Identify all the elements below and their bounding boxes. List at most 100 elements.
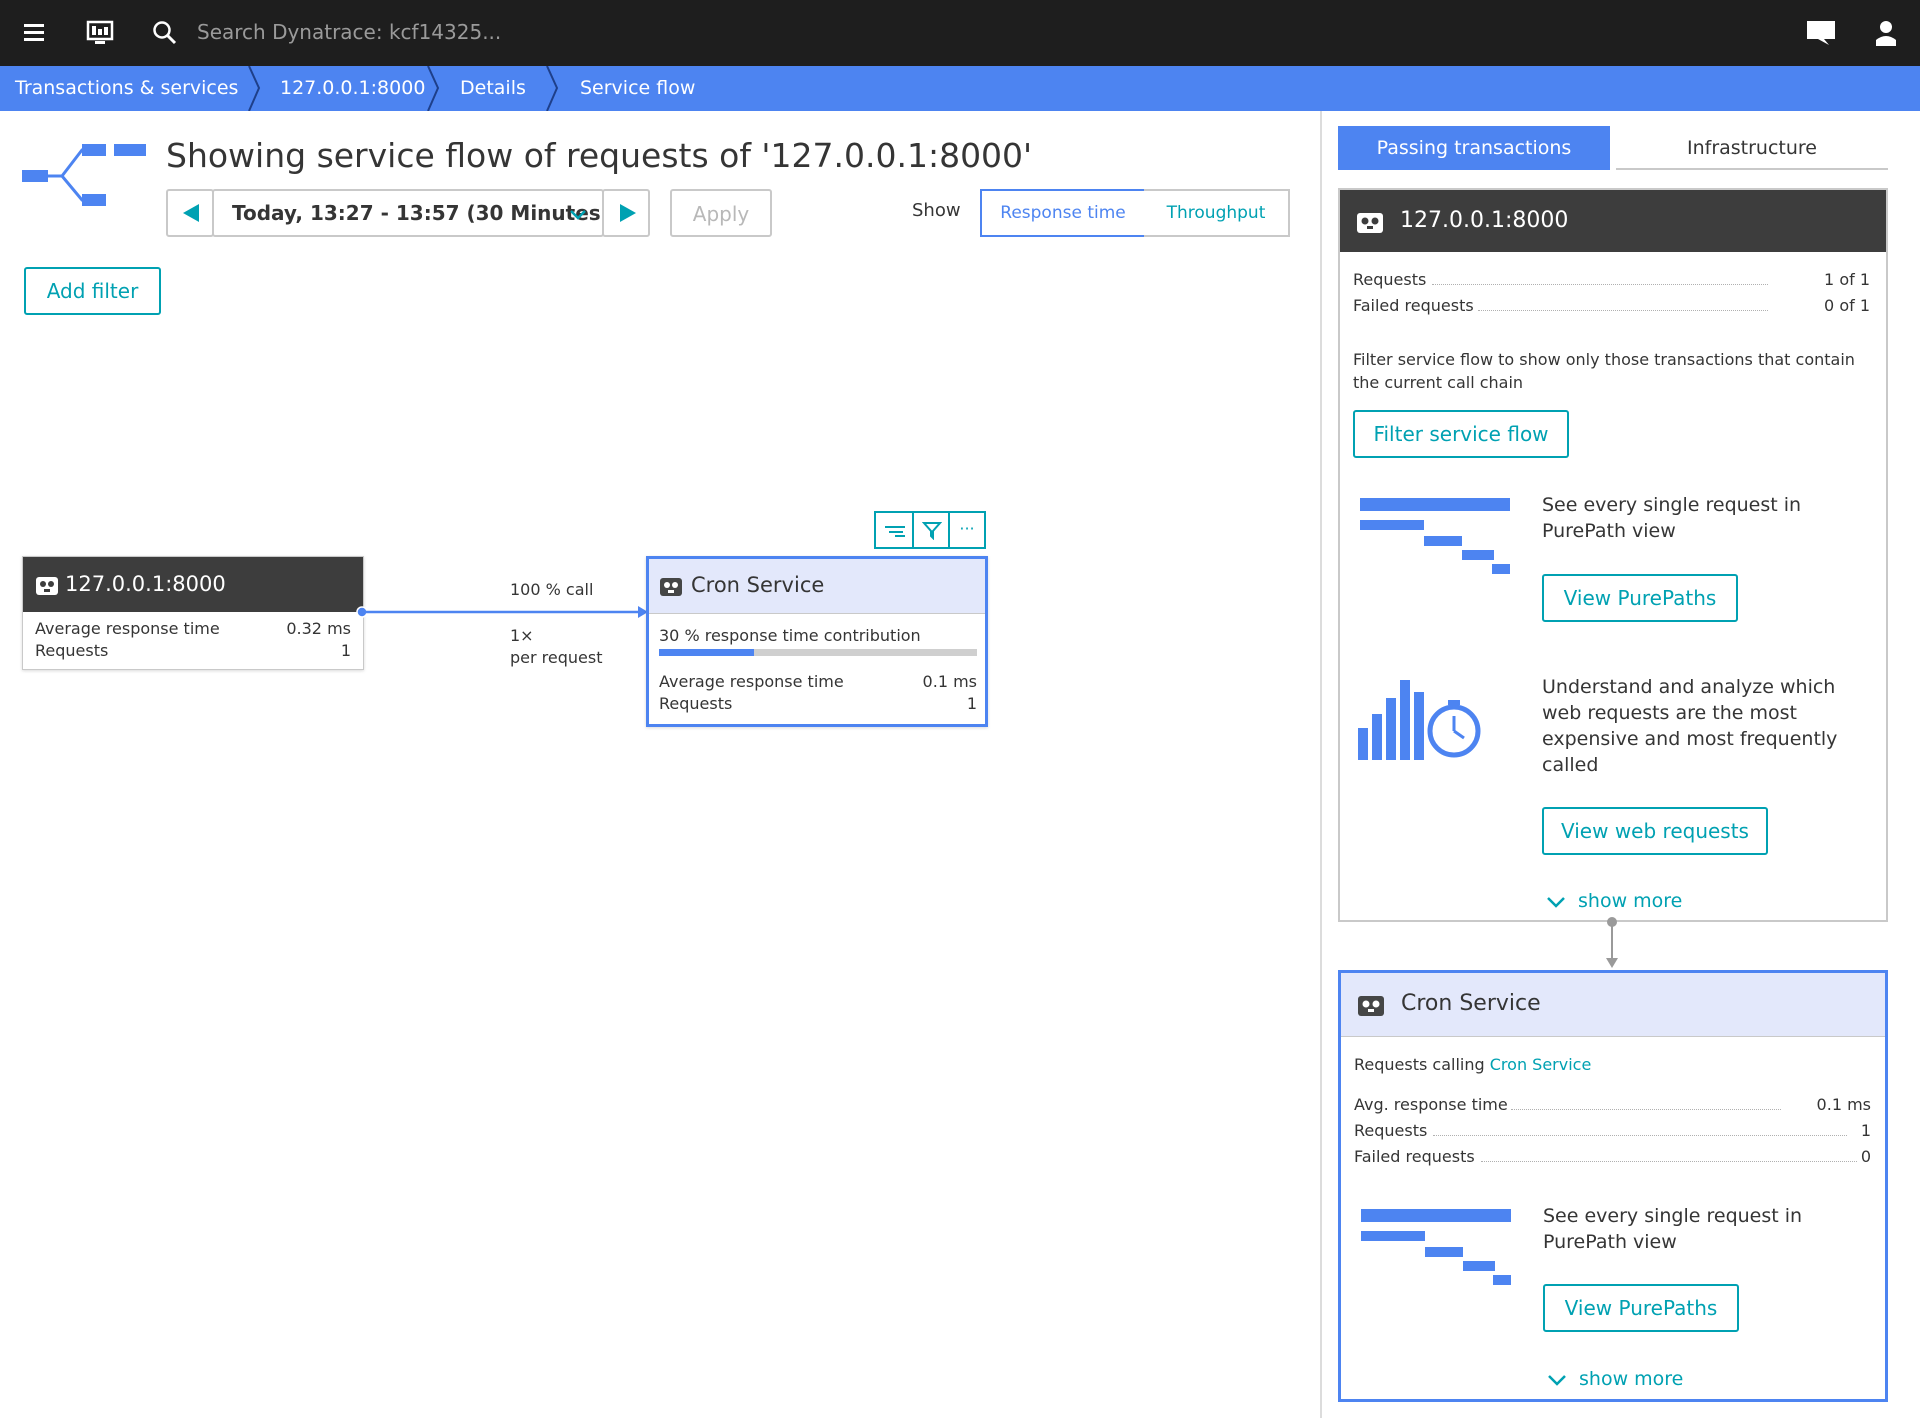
source-node-header: 127.0.0.1:8000 [23,557,363,612]
target-service-node[interactable]: Cron Service 30 % response time contribu… [646,556,988,727]
chevron-right-icon [546,66,559,111]
response-time-label: Response time [1000,203,1126,223]
transaction-card-cron-service: Cron Service Requests calling Cron Servi… [1338,970,1888,1402]
add-filter-button[interactable]: Add filter [24,267,161,315]
breadcrumb-item-transactions[interactable]: Transactions & services [15,66,238,111]
arrow-left-icon [183,204,199,222]
card1-failed-label: Failed requests [1353,296,1474,315]
contribution-bar [659,649,977,656]
target-req-label: Requests [659,694,733,713]
top-bar: Search Dynatrace: kcf14325... [0,0,1920,66]
chevron-right-icon [248,66,261,111]
menu-icon[interactable] [24,24,44,42]
chevron-down-icon [1548,1375,1566,1386]
service-icon [1357,213,1383,233]
view-purepaths-button[interactable]: View PurePaths [1542,574,1738,622]
requests-calling-text: Requests calling Cron Service [1354,1055,1591,1074]
more-dots-icon: ··· [959,519,975,538]
web-requests-chart-icon [1358,680,1481,760]
card2-header: Cron Service [1341,973,1885,1037]
source-node-name: 127.0.0.1:8000 [65,572,226,596]
edge-call-label: 100 % call [510,580,594,599]
source-service-node[interactable]: 127.0.0.1:8000 Average response time 0.3… [22,556,364,670]
show-more-label: show more [1578,890,1683,912]
chevron-down-icon [1547,897,1565,908]
service-icon [660,578,682,596]
chat-icon[interactable] [1806,20,1836,50]
contribution-bar-fill [659,649,755,656]
source-avg-value: 0.32 ms [286,619,351,638]
source-avg-label: Average response time [35,619,220,638]
show-label: Show [912,200,961,221]
user-icon[interactable] [1876,20,1896,50]
edge-per-label: per request [510,648,603,667]
page-title: Showing service flow of requests of '127… [166,136,1033,175]
target-req-value: 1 [966,694,977,713]
collapse-button[interactable] [876,513,914,547]
breadcrumb-item-host[interactable]: 127.0.0.1:8000 [280,66,425,111]
source-req-value: 1 [340,641,351,660]
card1-failed-value: 0 of 1 [1824,296,1870,315]
web-requests-description: Understand and analyze which web request… [1542,676,1838,776]
breadcrumb-item-details[interactable]: Details [460,66,526,111]
target-avg-value: 0.1 ms [922,672,977,691]
apply-button[interactable]: Apply [670,189,772,237]
edge-times-label: 1× [510,626,534,645]
service-flow-icon [22,140,148,214]
transaction-card-source: 127.0.0.1:8000 Requests 1 of 1 Failed re… [1338,188,1888,922]
breadcrumb: Transactions & services 127.0.0.1:8000 D… [0,66,1920,111]
search-input[interactable]: Search Dynatrace: kcf14325... [197,20,501,44]
card2-avg-label: Avg. response time [1354,1095,1508,1114]
chevron-right-icon [427,66,440,111]
timeframe-label: Today, 13:27 - 13:57 (30 Minutes) [232,201,610,225]
card1-requests-value: 1 of 1 [1824,270,1870,289]
card2-purepath-description: See every single request in PurePath vie… [1543,1205,1803,1253]
tab-passing-transactions[interactable]: Passing transactions [1338,126,1610,170]
card2-title: Cron Service [1401,991,1541,1016]
timeframe-prev-button[interactable] [166,189,214,237]
service-icon [36,577,58,595]
chevron-down-icon [570,210,586,220]
show-more-label: show more [1579,1368,1684,1390]
card1-filter-description: Filter service flow to show only those t… [1353,350,1855,392]
breadcrumb-item-service-flow[interactable]: Service flow [580,66,695,111]
call-edge-arrow [356,606,648,618]
card2-avg-value: 0.1 ms [1816,1095,1871,1114]
view-web-requests-button[interactable]: View web requests [1542,807,1768,855]
card2-requests-value: 1 [1860,1121,1871,1140]
flow-collapse-icon [885,526,905,537]
card2-view-purepaths-button[interactable]: View PurePaths [1543,1284,1739,1332]
card2-failed-label: Failed requests [1354,1147,1475,1166]
more-button[interactable]: ··· [950,513,984,547]
card2-requests-label: Requests [1354,1121,1428,1140]
arrow-right-icon [620,204,636,222]
filter-node-button[interactable] [914,513,950,547]
tab-throughput[interactable]: Throughput [1144,189,1290,237]
tab-response-time[interactable]: Response time [980,189,1146,237]
contribution-label: 30 % response time contribution [659,626,921,645]
node-toolbar: ··· [874,511,986,549]
timeframe-selector[interactable]: Today, 13:27 - 13:57 (30 Minutes) [212,189,610,237]
target-avg-label: Average response time [659,672,844,691]
tab-infrastructure[interactable]: Infrastructure [1616,126,1888,170]
filter-service-flow-button[interactable]: Filter service flow [1353,410,1569,458]
card2-failed-value: 0 [1860,1147,1871,1166]
card1-requests-label: Requests [1353,270,1427,289]
filter-icon [922,522,942,540]
throughput-label: Throughput [1166,203,1266,223]
card1-title: 127.0.0.1:8000 [1400,208,1569,233]
service-icon [1358,996,1384,1016]
target-node-name: Cron Service [691,573,825,597]
search-icon[interactable] [152,20,178,50]
apply-label: Apply [692,202,750,226]
panel-divider [1320,111,1322,1418]
source-req-label: Requests [35,641,109,660]
monitor-icon[interactable] [86,20,114,50]
timeframe-next-button[interactable] [602,189,650,237]
requests-calling-prefix: Requests calling [1354,1055,1485,1074]
call-chain-connector [1606,917,1618,968]
card1-header: 127.0.0.1:8000 [1340,190,1886,252]
target-node-header: Cron Service [649,559,985,614]
purepath-description: See every single request in PurePath vie… [1542,494,1802,542]
cron-service-link[interactable]: Cron Service [1490,1055,1592,1074]
